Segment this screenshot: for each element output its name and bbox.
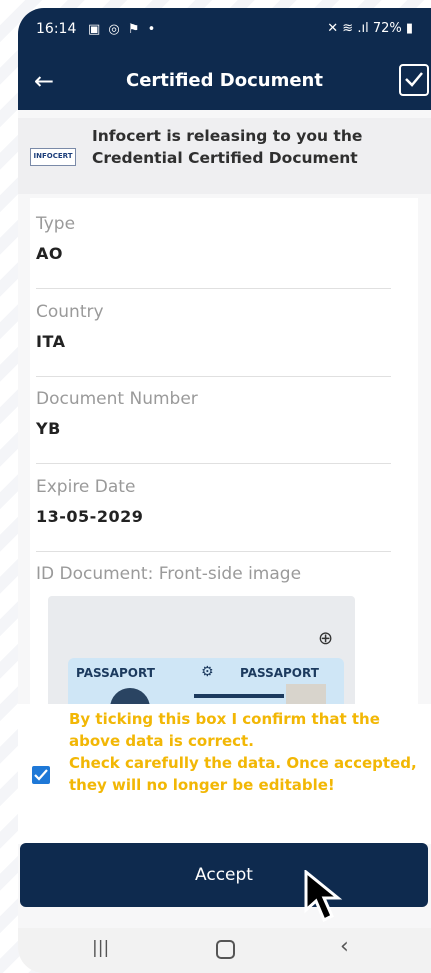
field-id-image: ID Document: Front-side image (36, 564, 406, 584)
accept-button[interactable]: Accept (20, 843, 428, 907)
confirmation-line-2: Check carefully the data. Once accepted,… (69, 754, 417, 794)
field-country-value: ITA (36, 332, 66, 351)
status-bar: 16:14 ▣ ◎ ⚑ • ✕ ≋ .ıl 72% ▮ (18, 8, 431, 54)
field-document-number: Document Number YB (36, 389, 406, 438)
id-image-label: ID Document: Front-side image (36, 564, 302, 584)
divider (36, 376, 391, 377)
status-system-icons: ✕ ≋ .ıl 72% ▮ (327, 21, 413, 36)
home-icon[interactable] (216, 940, 235, 959)
recent-apps-icon[interactable]: ||| (92, 938, 109, 958)
field-type-value: AO (36, 244, 63, 263)
field-country-label: Country (36, 302, 104, 322)
status-time: 16:14 (36, 21, 77, 37)
mouse-cursor-icon (304, 870, 343, 923)
field-document-number-label: Document Number (36, 389, 198, 409)
passport-stripe (194, 694, 284, 698)
confirmation-line-1: By ticking this box I confirm that the a… (69, 710, 380, 750)
zoom-in-icon[interactable]: ⊕ (318, 628, 333, 649)
nav-back-icon[interactable]: ‹ (340, 934, 349, 959)
field-type-label: Type (36, 214, 76, 234)
field-expire-date: Expire Date 13-05-2029 (36, 477, 406, 526)
field-country: Country ITA (36, 302, 406, 351)
confirmation-text: By ticking this box I confirm that the a… (69, 708, 424, 796)
field-document-number-value: YB (36, 419, 61, 438)
page-title: Certified Document (126, 70, 323, 91)
status-notification-icons: ▣ ◎ ⚑ • (88, 22, 158, 37)
field-expire-date-label: Expire Date (36, 477, 136, 497)
divider (36, 551, 391, 552)
system-nav-bar: ||| ‹ (18, 928, 431, 973)
emblem-icon: ⚙ (201, 664, 214, 680)
divider (36, 463, 391, 464)
passport-label-right: PASSAPORT (240, 666, 319, 680)
issuer-message: Infocert is releasing to you the Credent… (92, 127, 363, 167)
divider (36, 288, 391, 289)
confirm-checkbox[interactable] (32, 766, 50, 784)
field-expire-date-value: 13-05-2029 (36, 507, 144, 526)
confirm-check-icon[interactable] (399, 64, 429, 96)
passport-label-left: PASSAPORT (76, 666, 155, 680)
infocert-logo: INFOCERT (30, 148, 76, 166)
app-bar: ← Certified Document (18, 54, 431, 110)
phone-screen: 16:14 ▣ ◎ ⚑ • ✕ ≋ .ıl 72% ▮ ← Certified … (18, 8, 431, 973)
field-type: Type AO (36, 214, 406, 263)
